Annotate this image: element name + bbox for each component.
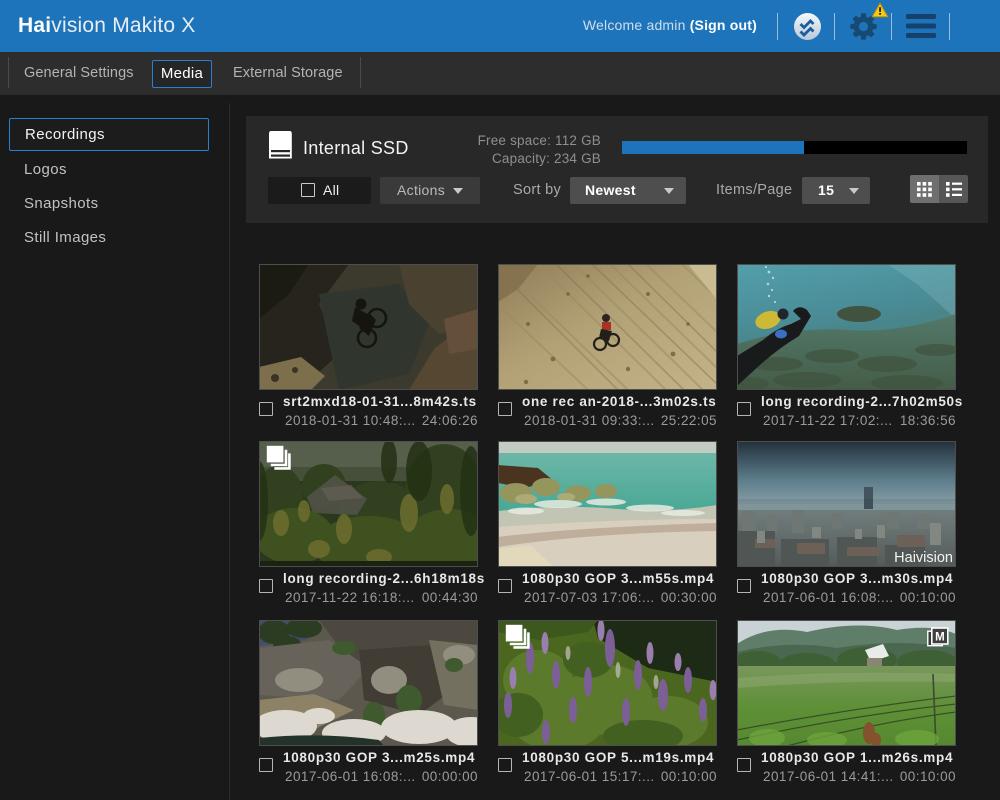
svg-text:Haivision: Haivision <box>894 550 953 566</box>
svg-text:M: M <box>935 632 945 644</box>
